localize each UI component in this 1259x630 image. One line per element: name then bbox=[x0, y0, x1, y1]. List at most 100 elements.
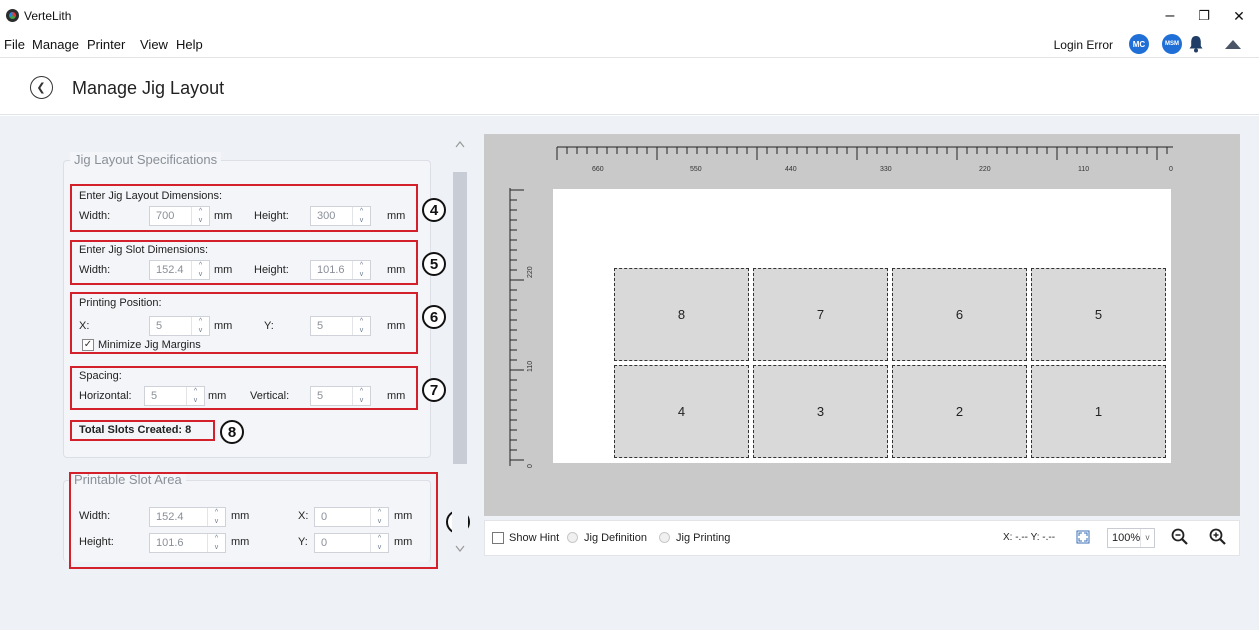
spacing-heading: Spacing: bbox=[79, 370, 122, 382]
zoom-out-icon[interactable] bbox=[1171, 528, 1189, 546]
jig-dimensions-heading: Enter Jig Layout Dimensions: bbox=[79, 190, 223, 202]
position-y-input[interactable]: 5 ^ v bbox=[310, 316, 371, 336]
chevron-down-icon: v bbox=[1140, 529, 1154, 547]
callout-6: 6 bbox=[422, 305, 446, 329]
user-avatar[interactable]: MC bbox=[1129, 34, 1149, 54]
page-title: Manage Jig Layout bbox=[72, 78, 225, 98]
ruler-label: 440 bbox=[785, 166, 797, 173]
unit-label: mm bbox=[214, 320, 233, 332]
vertical-ruler: 220 110 0 bbox=[509, 188, 532, 468]
menu-file[interactable]: File bbox=[4, 37, 25, 52]
app-title: VerteLith bbox=[24, 9, 72, 23]
position-x-label: X: bbox=[79, 320, 90, 332]
jig-printing-radio[interactable] bbox=[659, 532, 670, 543]
unit-label: mm bbox=[387, 320, 406, 332]
menu-printer[interactable]: Printer bbox=[87, 37, 125, 52]
jig-printing-label[interactable]: Jig Printing bbox=[676, 532, 730, 544]
jig-width-label: Width: bbox=[79, 210, 111, 222]
close-button[interactable]: ✕ bbox=[1222, 4, 1256, 28]
position-x-input[interactable]: 5 ^ v bbox=[149, 316, 210, 336]
jig-width-input[interactable]: 700 ^ v bbox=[149, 206, 210, 226]
unit-label: mm bbox=[231, 510, 250, 522]
unit-label: mm bbox=[214, 210, 233, 222]
jig-definition-label[interactable]: Jig Definition bbox=[584, 532, 647, 544]
unit-label: mm bbox=[387, 210, 406, 222]
ruler-label: 110 bbox=[1078, 166, 1089, 173]
jig-slot[interactable]: 3 bbox=[753, 365, 888, 458]
jig-slot[interactable]: 4 bbox=[614, 365, 749, 458]
menu-view[interactable]: View bbox=[140, 37, 168, 52]
horizontal-ruler: 660 550 440 330 220 110 0 bbox=[556, 146, 1173, 173]
zoom-select[interactable]: 100% v bbox=[1107, 528, 1155, 548]
slot-width-label: Width: bbox=[79, 264, 111, 276]
total-slots-text: Total Slots Created: 8 bbox=[79, 424, 192, 436]
msm-icon[interactable]: MSM bbox=[1162, 34, 1182, 54]
position-y-label: Y: bbox=[264, 320, 274, 332]
callout-8: 8 bbox=[220, 420, 244, 444]
unit-label: mm bbox=[231, 536, 250, 548]
ruler-label: 220 bbox=[979, 166, 991, 173]
jig-slot[interactable]: 8 bbox=[614, 268, 749, 361]
printable-y-input[interactable]: 0 ^ v bbox=[314, 533, 389, 553]
zoom-value: 100% bbox=[1112, 532, 1141, 544]
unit-label: mm bbox=[214, 264, 233, 276]
jig-height-label: Height: bbox=[254, 210, 289, 222]
jig-height-input[interactable]: 300 ^ v bbox=[310, 206, 371, 226]
menu-manage[interactable]: Manage bbox=[32, 37, 79, 52]
ruler-label: 330 bbox=[880, 166, 892, 173]
printable-width-input[interactable]: 152.4 ^ v bbox=[149, 507, 226, 527]
printable-height-input[interactable]: 101.6 ^ v bbox=[149, 533, 226, 553]
minimize-margins-label: Minimize Jig Margins bbox=[98, 339, 201, 351]
ruler-label: 660 bbox=[592, 166, 604, 173]
printable-x-input[interactable]: 0 ^ v bbox=[314, 507, 389, 527]
printing-position-heading: Printing Position: bbox=[79, 297, 162, 309]
page-header: ❮ Manage Jig Layout bbox=[0, 59, 1259, 115]
jig-sheet: 8 7 6 5 4 3 2 1 bbox=[553, 189, 1171, 463]
horizontal-spacing-input[interactable]: 5 ^ v bbox=[144, 386, 205, 406]
unit-label: mm bbox=[394, 536, 413, 548]
ruler-label: 0 bbox=[1169, 166, 1173, 173]
slot-dimensions-heading: Enter Jig Slot Dimensions: bbox=[79, 244, 208, 256]
zoom-in-icon[interactable] bbox=[1209, 528, 1227, 546]
vertical-spacing-input[interactable]: 5 ^ v bbox=[310, 386, 371, 406]
back-button[interactable]: ❮ bbox=[30, 76, 53, 99]
unit-label: mm bbox=[387, 264, 406, 276]
jig-slot[interactable]: 5 bbox=[1031, 268, 1166, 361]
unit-label: mm bbox=[394, 510, 413, 522]
printable-height-label: Height: bbox=[79, 536, 114, 548]
minimize-button[interactable]: – bbox=[1153, 4, 1187, 28]
scroll-up-icon[interactable] bbox=[455, 140, 465, 148]
callout-4: 4 bbox=[422, 198, 446, 222]
ruler-label: 550 bbox=[690, 166, 702, 173]
collapse-up-icon[interactable] bbox=[1224, 39, 1242, 50]
fit-to-screen-icon[interactable] bbox=[1076, 530, 1090, 544]
printable-width-label: Width: bbox=[79, 510, 111, 522]
login-status[interactable]: Login Error bbox=[1054, 38, 1113, 52]
show-hint-label[interactable]: Show Hint bbox=[509, 532, 559, 544]
jig-slot[interactable]: 6 bbox=[892, 268, 1027, 361]
group-title: Jig Layout Specifications bbox=[70, 152, 222, 167]
ruler-label: 110 bbox=[527, 361, 532, 372]
title-bar: VerteLith – ❐ ✕ bbox=[0, 0, 1259, 32]
jig-slot[interactable]: 1 bbox=[1031, 365, 1166, 458]
minimize-margins-checkbox[interactable]: ✓ bbox=[82, 339, 94, 351]
jig-slot[interactable]: 7 bbox=[753, 268, 888, 361]
slot-width-input[interactable]: 152.4 ^ v bbox=[149, 260, 210, 280]
menu-help[interactable]: Help bbox=[176, 37, 203, 52]
jig-slot[interactable]: 2 bbox=[892, 365, 1027, 458]
show-hint-checkbox[interactable] bbox=[492, 532, 504, 544]
app-logo-icon bbox=[6, 9, 19, 22]
cursor-coordinates: X: -.-- Y: -.-- bbox=[1003, 532, 1056, 543]
unit-label: mm bbox=[208, 390, 227, 402]
jig-definition-radio[interactable] bbox=[567, 532, 578, 543]
menu-bar: File Manage Printer View Help Login Erro… bbox=[0, 32, 1259, 58]
scroll-down-icon[interactable] bbox=[455, 545, 465, 553]
callout-5: 5 bbox=[422, 252, 446, 276]
slot-height-input[interactable]: 101.6 ^ v bbox=[310, 260, 371, 280]
restore-button[interactable]: ❐ bbox=[1187, 4, 1221, 28]
horizontal-label: Horizontal: bbox=[79, 390, 132, 402]
slot-height-label: Height: bbox=[254, 264, 289, 276]
bell-icon[interactable] bbox=[1188, 35, 1204, 53]
ruler-label: 0 bbox=[527, 464, 532, 468]
scrollbar-thumb[interactable] bbox=[453, 172, 467, 464]
